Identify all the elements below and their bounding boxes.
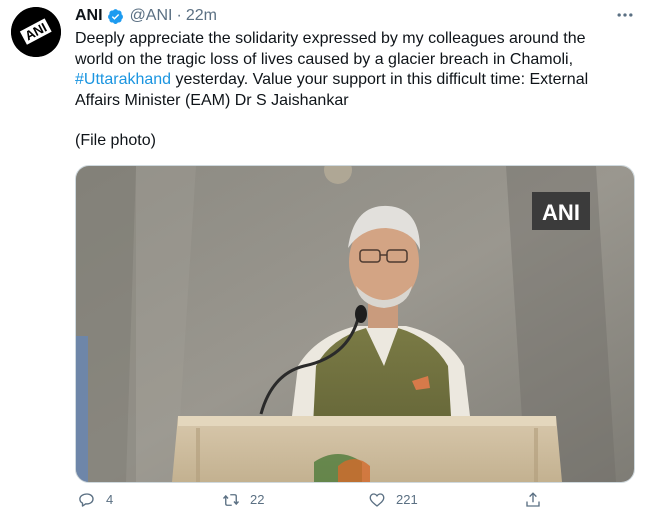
reply-icon	[79, 492, 94, 507]
tweet-text-line: world on the tragic loss of lives caused…	[75, 50, 574, 68]
timestamp[interactable]: 22m	[186, 7, 217, 25]
tweet-text: Deeply appreciate the solidarity express…	[75, 29, 635, 152]
like-button[interactable]: 221	[368, 488, 418, 511]
heart-icon	[369, 492, 385, 507]
tweet[interactable]: ANI ANI @ANI · 22m Deeply appreciate the…	[0, 0, 648, 511]
retweet-count: 22	[250, 492, 265, 507]
tweet-actions: 4 22 221	[0, 488, 648, 511]
speaker-at-podium-photo: ANI	[76, 166, 634, 482]
media-watermark: ANI	[542, 200, 580, 225]
tweet-header: ANI @ANI · 22m	[75, 5, 217, 27]
tweet-text-line: Affairs Minister (EAM) Dr S Jaishankar	[75, 91, 349, 109]
tweet-media-photo[interactable]: ANI	[75, 165, 635, 483]
share-icon	[526, 491, 540, 507]
reply-count: 4	[106, 492, 114, 507]
author-handle[interactable]: @ANI	[130, 7, 173, 25]
separator-dot: ·	[176, 7, 182, 24]
tweet-text-line: Deeply appreciate the solidarity express…	[75, 30, 586, 47]
file-photo-note: (File photo)	[75, 132, 156, 149]
more-horizontal-icon	[617, 13, 633, 17]
tweet-text-line: #Uttarakhand yesterday. Value your suppo…	[75, 70, 635, 91]
hashtag-link[interactable]: #Uttarakhand	[75, 71, 171, 88]
author-name[interactable]: ANI	[75, 7, 103, 25]
verified-badge-icon	[107, 8, 124, 25]
more-options-button[interactable]	[610, 3, 640, 27]
avatar[interactable]: ANI	[11, 7, 61, 57]
like-count: 221	[396, 492, 418, 507]
tweet-text-fragment: yesterday. Value your support in this di…	[171, 71, 589, 88]
reply-button[interactable]: 4	[78, 488, 113, 511]
share-button[interactable]	[524, 488, 542, 511]
retweet-button[interactable]: 22	[222, 488, 264, 511]
retweet-icon	[222, 493, 240, 506]
